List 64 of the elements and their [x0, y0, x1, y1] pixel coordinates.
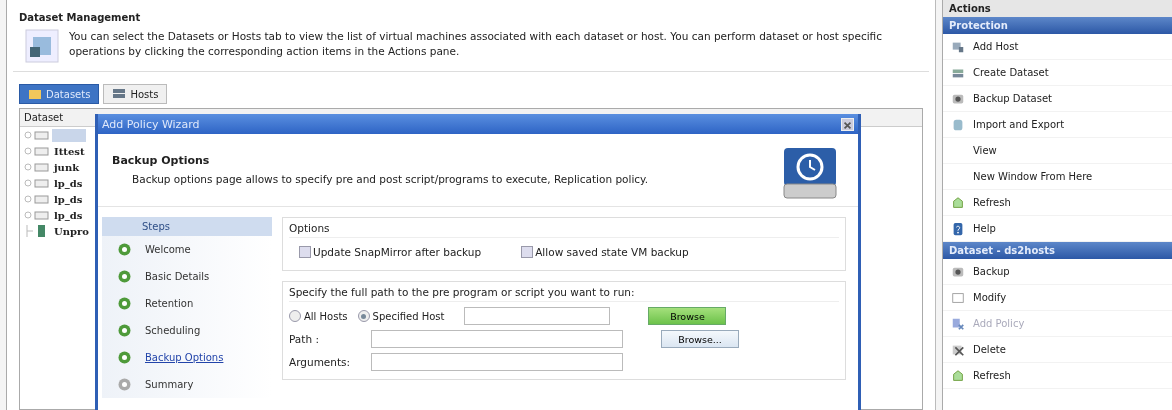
tree-item[interactable]: lp_ds [52, 177, 85, 189]
tree-item[interactable]: Ittest [52, 145, 87, 157]
action-item[interactable]: Backup Dataset [943, 86, 1172, 112]
folder-icon [24, 209, 50, 221]
field-label: Path : [289, 333, 320, 345]
steps-header: Steps [102, 217, 272, 236]
help-icon [951, 221, 965, 236]
arguments-field[interactable] [371, 353, 623, 371]
window-icon [951, 290, 965, 305]
path-field[interactable] [371, 330, 623, 348]
close-button[interactable] [841, 117, 854, 131]
folder-icon [24, 145, 50, 157]
page-heading: Backup Options [112, 154, 211, 167]
step-item[interactable]: Basic Details [102, 263, 272, 290]
folder-icon [28, 88, 42, 100]
tree-item[interactable]: lp_ds [52, 209, 85, 221]
action-item[interactable]: Backup [943, 259, 1172, 285]
tree-item[interactable] [52, 128, 86, 142]
section-header: Protection [943, 17, 1172, 34]
action-item[interactable]: Create Dataset [943, 60, 1172, 86]
tab[interactable]: Hosts [103, 84, 168, 104]
host-field[interactable] [464, 307, 611, 325]
description-text: You can select the Datasets or Hosts tab to view the list of virtual machines associated with each dataset or host. You can perform dataset or host specific operations by clicking the corresponding action items in the Actions pane. [69, 29, 883, 59]
folder-icon [24, 177, 50, 189]
action-item[interactable]: New Window From Here [943, 164, 1172, 190]
browse-button[interactable]: Browse... [661, 330, 739, 348]
dataset-icon [25, 29, 59, 63]
database-icon [951, 117, 965, 132]
folder-icon [24, 129, 50, 141]
radio-button[interactable]: Specified Host [357, 310, 445, 322]
field-label: Arguments: [289, 356, 352, 368]
step-item[interactable]: Retention [102, 290, 272, 317]
browse-button[interactable]: Browse [648, 307, 727, 325]
action-item[interactable]: Add Host [943, 34, 1172, 60]
group-title: Options [289, 222, 839, 238]
refresh-icon [951, 195, 965, 210]
checkbox[interactable]: Update SnapMirror after backup [299, 246, 482, 258]
step-item[interactable]: Welcome [102, 236, 272, 263]
tree-item[interactable]: junk [52, 161, 82, 173]
action-item[interactable]: Import and Export [943, 112, 1172, 138]
panel-title: Dataset Management [18, 11, 142, 25]
server-icon [112, 88, 127, 100]
action-item[interactable]: Refresh [943, 190, 1172, 216]
section-header: Dataset - ds2hosts [943, 242, 1172, 259]
folder-icon [24, 193, 50, 205]
pane-title: Actions [943, 0, 1172, 17]
checkbox[interactable]: Allow saved state VM backup [521, 246, 689, 258]
folder-icon [24, 161, 50, 173]
step-item[interactable]: Scheduling [102, 317, 272, 344]
action-item[interactable]: Delete [943, 337, 1172, 363]
action-item[interactable]: Refresh [943, 363, 1172, 389]
tree-item[interactable]: Unpro [52, 225, 91, 237]
refresh-icon [951, 368, 965, 383]
group-title: Specify the full path to the pre program or script you want to run: [289, 286, 839, 302]
tab[interactable]: Datasets [19, 84, 100, 104]
action-item[interactable]: Modify [943, 285, 1172, 311]
radio-button[interactable]: All Hosts [289, 310, 348, 322]
page-subtitle: Backup options page allows to specify pre and post script/programs to execute, Replication policy. [132, 173, 649, 185]
step-item[interactable]: Backup Options [102, 344, 272, 371]
tree-item[interactable]: lp_ds [52, 193, 85, 205]
step-item[interactable]: Summary [102, 371, 272, 398]
action-item[interactable]: View [943, 138, 1172, 164]
backup-drive-icon [782, 146, 838, 200]
policy-icon [951, 316, 965, 331]
